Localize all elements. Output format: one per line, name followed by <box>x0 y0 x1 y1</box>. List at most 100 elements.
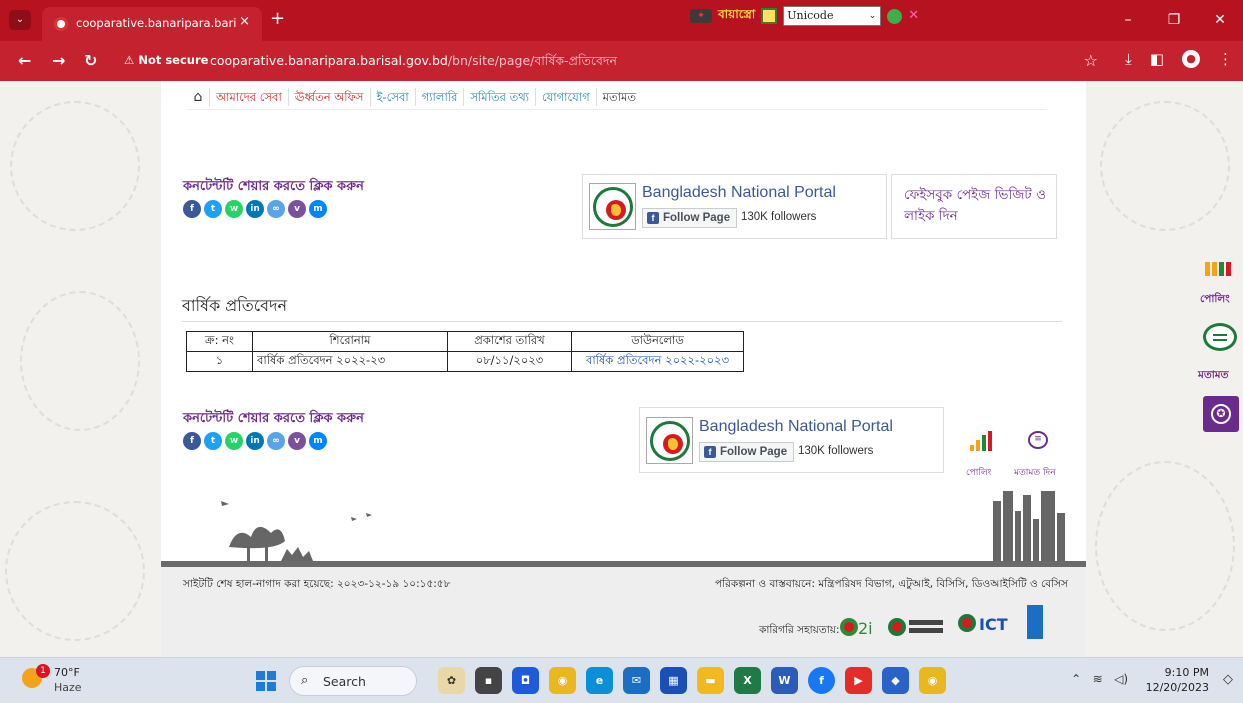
a2i-logo-icon[interactable]: 2i <box>837 607 877 641</box>
side-poll-icon[interactable] <box>1205 262 1231 276</box>
store-icon[interactable]: ▦ <box>660 667 687 694</box>
back-icon[interactable]: ← <box>18 51 31 70</box>
ime-close-icon[interactable]: ✕ <box>908 8 923 24</box>
tab-close-icon[interactable]: × <box>239 14 250 29</box>
chrome-profile-icon[interactable]: ◉ <box>919 667 946 694</box>
follow-page-button[interactable]: f Follow Page <box>642 208 738 228</box>
accessibility-icon: ✪ <box>1211 404 1231 424</box>
url-path: /bn/site/page/বার্ষিক-প্রতিবেদন <box>447 53 617 68</box>
reload-icon[interactable]: ↻ <box>84 51 97 70</box>
portal-name[interactable]: Bangladesh National Portal <box>699 418 893 436</box>
viber-icon[interactable]: v <box>288 432 306 450</box>
facebook-visit-box[interactable]: ফেইসবুক পেইজ ভিজিট ও লাইক দিন <box>891 174 1057 239</box>
messenger-icon[interactable]: m <box>309 432 327 450</box>
folder-icon[interactable]: ▬ <box>697 667 724 694</box>
accessibility-button[interactable]: ✪ <box>1203 396 1239 432</box>
portal-facebook-widget: Bangladesh National Portal f Follow Page … <box>582 174 887 239</box>
bookmark-star-icon[interactable]: ☆ <box>1084 51 1098 70</box>
facebook-visit-text[interactable]: ফেইসবুক পেইজ ভিজিট ও লাইক দিন <box>904 185 1054 227</box>
viber-icon[interactable]: v <box>288 200 306 218</box>
edge-icon[interactable]: e <box>586 667 613 694</box>
search-icon: ⌕ <box>301 673 309 688</box>
download-link[interactable]: বার্ষিক প্রতিবেদন ২০২২-২০২৩ <box>586 353 729 367</box>
undp-logo-icon[interactable] <box>1027 605 1043 639</box>
restore-icon[interactable]: ❐ <box>1151 0 1197 41</box>
portal-facebook-widget: Bangladesh National Portal f Follow Page … <box>639 407 944 473</box>
close-window-icon[interactable]: ✕ <box>1197 0 1243 41</box>
svg-text:ICT: ICT <box>979 615 1008 634</box>
feedback-label[interactable]: মতামত দিন <box>1014 465 1056 480</box>
browser-tab[interactable]: cooparative.banaripara.barisal.g × <box>42 7 262 41</box>
remote-app-icon[interactable]: ◆ <box>882 667 909 694</box>
windows-start-icon[interactable] <box>256 671 276 691</box>
word-icon[interactable]: W <box>771 667 798 694</box>
feedback-icon[interactable]: ≡ <box>1028 431 1048 449</box>
copy-link-icon[interactable]: ∞ <box>267 432 285 450</box>
cabinet-division-logo-icon[interactable] <box>887 615 945 639</box>
bangladesh-seal-icon <box>646 417 693 464</box>
ime-logo-icon: ✦ <box>690 9 712 23</box>
poll-label[interactable]: পোলিং <box>966 465 992 480</box>
mail-icon[interactable]: ✉ <box>623 667 650 694</box>
taskbar-search[interactable]: ⌕ Search <box>289 666 417 696</box>
facebook-icon[interactable]: f <box>183 432 201 450</box>
side-feedback-icon[interactable] <box>1203 323 1237 351</box>
background-pattern <box>20 291 140 431</box>
followers-count: 130K followers <box>741 211 817 223</box>
page-title: বার্ষিক প্রতিবেদন <box>182 296 288 315</box>
forward-icon[interactable]: → <box>52 51 65 70</box>
widgets-icon[interactable]: ✿ <box>438 667 465 694</box>
menu-item-eservice[interactable]: ই-সেবা <box>369 87 415 106</box>
download-icon[interactable]: ⤓ <box>1125 50 1132 68</box>
video-call-icon[interactable]: ◘ <box>512 667 539 694</box>
new-tab-button[interactable]: + <box>270 8 285 29</box>
twitter-icon[interactable]: t <box>204 200 222 218</box>
side-feedback-label[interactable]: মতামত <box>1198 368 1228 385</box>
chrome-icon[interactable]: ◉ <box>549 667 576 694</box>
url-text: cooparative.banaripara.barisal.gov.bd/bn… <box>210 53 617 73</box>
search-placeholder: Search <box>323 674 366 689</box>
facebook-icon[interactable]: f <box>183 200 201 218</box>
excel-icon[interactable]: X <box>734 667 761 694</box>
menu-item-feedback[interactable]: মতামত <box>595 87 642 106</box>
linkedin-icon[interactable]: in <box>246 432 264 450</box>
notification-bell-icon[interactable]: ◇ <box>1223 672 1233 687</box>
profile-avatar-icon[interactable]: ● <box>1182 50 1200 68</box>
url-field[interactable]: ⚠ Not secure cooparative.banaripara.bari… <box>118 46 1108 76</box>
file-explorer-dark-icon[interactable]: ▪ <box>475 667 502 694</box>
kebab-menu-icon[interactable]: ⋮ <box>1218 50 1233 68</box>
messenger-icon[interactable]: m <box>309 200 327 218</box>
menu-item-society-info[interactable]: সমিতির তথ্য <box>463 87 535 106</box>
clock[interactable]: 9:10 PM 12/20/2023 <box>1146 665 1209 695</box>
facebook-icon: f <box>647 212 659 224</box>
tab-search-button[interactable]: ⌄ <box>9 10 31 30</box>
side-poll-label[interactable]: পোলিং <box>1200 292 1230 309</box>
ime-encoding-select[interactable]: Unicode ⌄ <box>783 6 882 26</box>
portal-name[interactable]: Bangladesh National Portal <box>642 184 836 202</box>
minimize-icon[interactable]: – <box>1105 0 1151 41</box>
menu-item-offices[interactable]: ঊর্ধ্বতন অফিস <box>287 87 370 106</box>
poll-feedback-widgets: পোলিং ≡ মতামত দিন <box>966 431 1066 481</box>
side-panel-icon[interactable]: ◧ <box>1150 50 1164 68</box>
follow-page-button[interactable]: f Follow Page <box>699 442 795 462</box>
whatsapp-icon[interactable]: w <box>225 432 243 450</box>
twitter-icon[interactable]: t <box>204 432 222 450</box>
security-warning[interactable]: ⚠ Not secure <box>124 53 208 67</box>
ime-toggle-icon[interactable] <box>761 8 778 24</box>
facebook-app-icon[interactable]: f <box>808 667 835 694</box>
ime-settings-icon[interactable] <box>887 8 903 24</box>
ime-label[interactable]: বায়াস্ত্রো <box>718 6 755 26</box>
youtube-icon[interactable]: ▶ <box>845 667 872 694</box>
whatsapp-icon[interactable]: w <box>225 200 243 218</box>
linkedin-icon[interactable]: in <box>246 200 264 218</box>
footer-silhouette <box>221 487 1065 561</box>
ict-division-logo-icon[interactable]: ICT <box>957 609 1015 639</box>
tray-icons[interactable]: ⌃ ≋ ◁) <box>1071 672 1128 686</box>
copy-link-icon[interactable]: ∞ <box>267 200 285 218</box>
seal-ring <box>650 421 690 461</box>
menu-item-gallery[interactable]: গ্যালারি <box>414 87 464 106</box>
home-icon[interactable]: ⌂ <box>187 89 209 105</box>
menu-item-contact[interactable]: যোগাযোগ <box>535 87 596 106</box>
menu-item-services[interactable]: আমাদের সেবা <box>209 87 288 106</box>
poll-bars-icon[interactable] <box>970 431 992 451</box>
